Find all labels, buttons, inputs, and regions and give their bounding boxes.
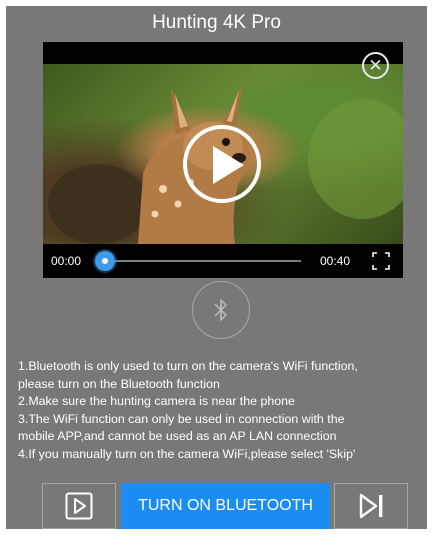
video-controls: 00:00 00:40 xyxy=(43,244,403,278)
instructions: 1.Bluetooth is only used to turn on the … xyxy=(18,358,423,464)
bluetooth-indicator xyxy=(192,281,250,339)
instruction-line: 3.The WiFi function can only be used in … xyxy=(18,411,345,426)
play-triangle xyxy=(213,146,244,184)
close-icon[interactable]: ✕ xyxy=(362,52,389,79)
video-tutorial-button[interactable] xyxy=(42,483,116,529)
action-bar: TURN ON BLUETOOTH xyxy=(42,483,408,529)
page-title: Hunting 4K Pro xyxy=(152,12,281,33)
skip-next-icon xyxy=(359,493,383,519)
play-icon[interactable] xyxy=(183,125,261,203)
wifi-setup-screen: Hunting 4K Pro ✕ 00:00 00:40 1.Bluetooth… xyxy=(6,6,427,529)
current-time: 00:00 xyxy=(51,254,82,268)
instruction-line: mobile APP,and cannot be used as an AP L… xyxy=(18,429,337,444)
skip-button[interactable] xyxy=(334,483,408,529)
fullscreen-icon[interactable] xyxy=(371,251,391,271)
instruction-line: please turn on the Bluetooth function xyxy=(18,376,220,391)
play-outline-icon xyxy=(65,492,93,520)
duration-time: 00:40 xyxy=(320,254,351,268)
instruction-line: 2.Make sure the hunting camera is near t… xyxy=(18,394,295,409)
progress-handle[interactable] xyxy=(95,251,115,271)
instruction-line: 1.Bluetooth is only used to turn on the … xyxy=(18,359,358,373)
instruction-line: 4.If you manually turn on the camera WiF… xyxy=(18,446,356,461)
turn-on-bluetooth-button[interactable]: TURN ON BLUETOOTH xyxy=(121,483,330,529)
progress-track[interactable] xyxy=(103,260,301,262)
video-player[interactable]: ✕ 00:00 00:40 xyxy=(43,42,403,278)
bluetooth-icon xyxy=(214,299,227,321)
